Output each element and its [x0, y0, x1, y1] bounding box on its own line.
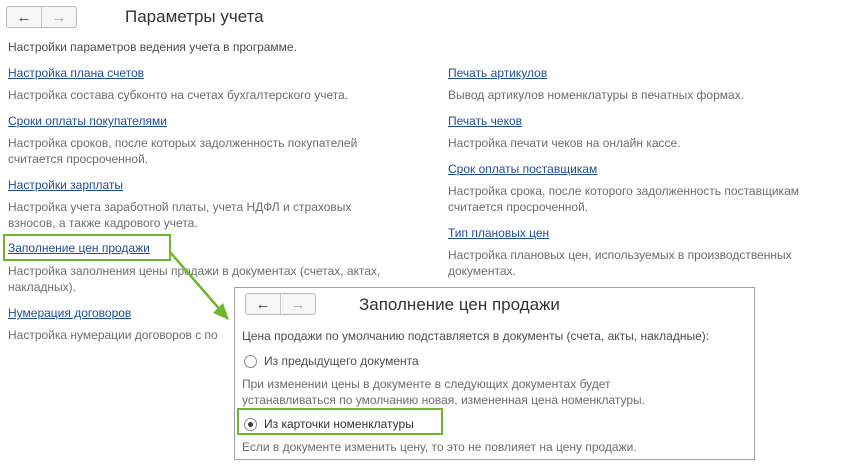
dialog-nav-group: ← →: [245, 293, 316, 315]
sales-price-dialog: ← → Заполнение цен продажи Цена продажи …: [234, 287, 755, 460]
dialog-forward-button[interactable]: →: [281, 294, 315, 314]
option-label-previous-document[interactable]: Из предыдущего документа: [264, 353, 419, 369]
dialog-question: Цена продажи по умолчанию подставляется …: [242, 329, 710, 343]
option-hint-previous-document: При изменении цены в документе в следующ…: [242, 377, 645, 407]
radio-from-previous-document[interactable]: [244, 355, 257, 368]
dialog-title: Заполнение цен продажи: [359, 295, 560, 314]
dialog-back-button[interactable]: ←: [246, 294, 281, 314]
arrow-right-icon: →: [290, 295, 306, 313]
arrow-left-icon: ←: [255, 295, 271, 313]
option-hint-item-card: Если в документе изменить цену, то это н…: [242, 440, 637, 454]
highlight-option-frame: [237, 408, 443, 435]
